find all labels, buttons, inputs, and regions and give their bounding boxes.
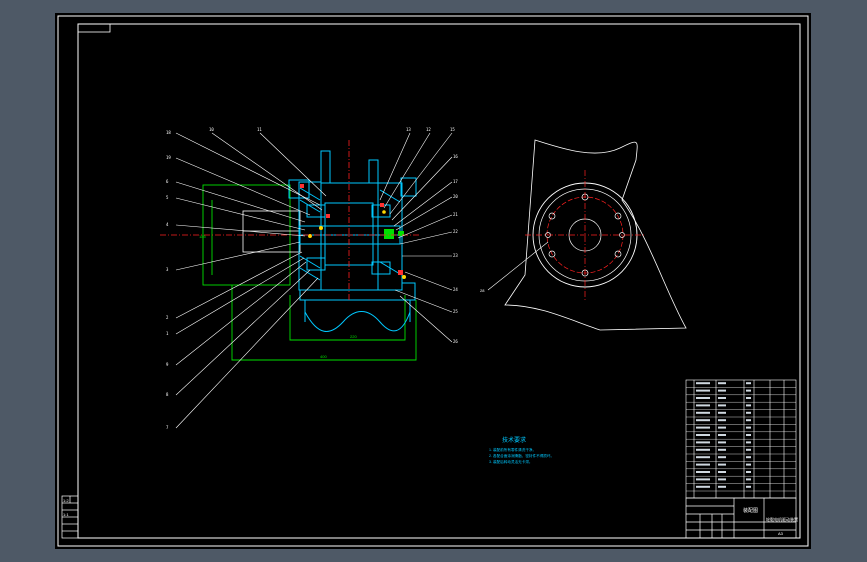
leader-label: 25: [453, 309, 458, 314]
parts-row-text: [718, 411, 726, 414]
parts-row-text: [696, 404, 710, 407]
parts-row-text: [718, 448, 726, 451]
parts-row-text: [718, 382, 726, 385]
leader-label: 18: [166, 130, 171, 135]
parts-row-text: [696, 485, 710, 488]
parts-row-text: [718, 397, 726, 399]
leader-label: 19: [166, 155, 171, 160]
parts-row-text: [718, 463, 726, 466]
parts-row-text: [696, 441, 710, 444]
title-block-sheet: A3: [778, 531, 784, 536]
parts-row-text: [746, 463, 751, 466]
parts-row-text: [696, 419, 710, 422]
parts-row-text: [746, 404, 751, 407]
parts-row-text: [746, 382, 751, 385]
parts-row-text: [746, 434, 751, 436]
parts-row-text: [696, 434, 710, 436]
parts-row-text: [746, 411, 751, 414]
parts-row-text: [696, 426, 710, 429]
leader-label: 21: [453, 212, 458, 217]
leader-label: 13: [406, 127, 411, 132]
parts-row-text: [746, 471, 751, 473]
parts-row-text: [746, 419, 751, 422]
parts-row-text: [718, 441, 726, 444]
parts-row-text: [718, 426, 726, 429]
parts-row-text: [696, 478, 710, 481]
tech-note: 2. 各配合面涂润滑脂，密封件不得损坏。: [489, 453, 554, 458]
parts-row-text: [696, 471, 710, 473]
parts-row-text: [696, 456, 710, 459]
parts-row-text: [718, 456, 726, 459]
cad-drawing-canvas: 1:2 1:1 400 220 185 18 19 6 5 4 3 2 1 9 …: [55, 13, 811, 549]
parts-row-text: [718, 434, 726, 436]
parts-row-text: [746, 478, 751, 481]
leader-label: 23: [453, 253, 458, 258]
leader-label: 12: [426, 127, 431, 132]
side-label-1: 1:2: [63, 498, 69, 503]
parts-row-text: [718, 389, 726, 392]
parts-row-text: [696, 463, 710, 466]
parts-row-text: [718, 478, 726, 481]
leader-label: 22: [453, 229, 458, 234]
parts-row-text: [696, 448, 710, 451]
parts-row-text: [696, 397, 710, 399]
tech-note: 1. 装配前所有零件清洗干净。: [489, 447, 536, 452]
leader-label: 17: [453, 179, 458, 184]
parts-row-text: [746, 448, 751, 451]
side-label-2: 1:1: [63, 512, 69, 517]
parts-row-text: [746, 389, 751, 392]
parts-row-text: [746, 397, 751, 399]
tech-note: 3. 装配后转动灵活无卡滞。: [489, 459, 533, 464]
parts-row-text: [746, 456, 751, 459]
parts-row-text: [718, 471, 726, 473]
parts-row-text: [746, 441, 751, 444]
leader-label: 11: [257, 127, 262, 132]
parts-row-text: [718, 404, 726, 407]
tech-title: 技术要求: [502, 436, 526, 444]
leader-label: 15: [450, 127, 455, 132]
leader-label: 26: [453, 339, 458, 344]
parts-row-text: [718, 485, 726, 488]
side-view-label: 28: [480, 288, 485, 293]
dimension-inner: 220: [350, 334, 357, 339]
leader-label: 16: [453, 154, 458, 159]
parts-row-text: [696, 411, 710, 414]
parts-row-text: [746, 426, 751, 429]
parts-row-text: [746, 485, 751, 488]
leader-label: 10: [209, 127, 214, 132]
leader-label: 20: [453, 194, 458, 199]
leader-label: 24: [453, 287, 458, 292]
dimension-horizontal: 400: [320, 354, 327, 359]
parts-row-text: [696, 389, 710, 392]
parts-row-text: [696, 382, 710, 385]
title-block-subtitle: 轮毂电机驱动装置: [766, 516, 798, 522]
parts-row-text: [718, 419, 726, 422]
title-block-name: 装配图: [743, 507, 758, 514]
